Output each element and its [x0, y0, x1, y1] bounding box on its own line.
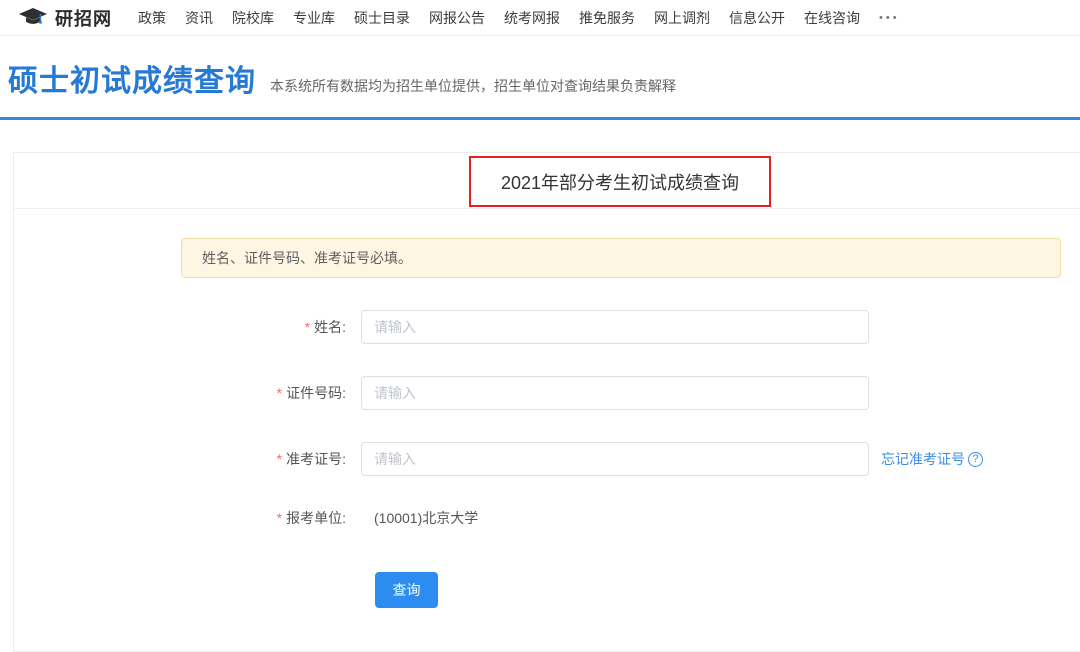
required-marker: * [305, 319, 310, 335]
nav-item-unified-apply[interactable]: 统考网报 [504, 8, 560, 28]
forgot-ticket-link[interactable]: 忘记准考证号 ? [881, 449, 983, 469]
card-header: 2021年部分考生初试成绩查询 [14, 153, 1080, 209]
apply-unit-label: *报考单位: [14, 508, 346, 528]
nav-item-major-db[interactable]: 专业库 [293, 8, 335, 28]
nav-item-policy[interactable]: 政策 [138, 8, 166, 28]
page-subtitle: 本系统所有数据均为招生单位提供，招生单位对查询结果负责解释 [270, 76, 676, 96]
help-icon: ? [968, 452, 983, 467]
card-title: 2021年部分考生初试成绩查询 [501, 169, 739, 195]
form-row-id-number: *证件号码: [14, 376, 1080, 410]
required-fields-alert: 姓名、证件号码、准考证号必填。 [181, 238, 1061, 278]
page-title: 硕士初试成绩查询 [8, 56, 256, 100]
required-marker: * [277, 385, 282, 401]
apply-unit-value: (10001)北京大学 [374, 508, 478, 528]
form-row-apply-unit: *报考单位: (10001)北京大学 [14, 508, 1080, 528]
site-logo[interactable]: 研招网 [18, 5, 112, 31]
name-label-text: 姓名: [314, 319, 346, 335]
score-query-card: 2021年部分考生初试成绩查询 姓名、证件号码、准考证号必填。 *姓名: *证件… [13, 152, 1080, 652]
nav-item-online-adjust[interactable]: 网上调剂 [654, 8, 710, 28]
nav-item-online-consult[interactable]: 在线咨询 [804, 8, 860, 28]
card-body: 姓名、证件号码、准考证号必填。 *姓名: *证件号码: *准考证号: 忘记准考证… [14, 209, 1080, 608]
site-logo-text: 研招网 [55, 5, 112, 31]
form-row-ticket: *准考证号: 忘记准考证号 ? [14, 442, 1080, 476]
ticket-label: *准考证号: [14, 449, 346, 469]
nav-item-info-public[interactable]: 信息公开 [729, 8, 785, 28]
blue-divider [0, 117, 1080, 120]
id-number-label-text: 证件号码: [286, 385, 346, 401]
form-row-name: *姓名: [14, 310, 1080, 344]
id-number-label: *证件号码: [14, 383, 346, 403]
nav-item-announcement[interactable]: 网报公告 [429, 8, 485, 28]
ticket-label-text: 准考证号: [286, 451, 346, 467]
name-label: *姓名: [14, 317, 346, 337]
nav-more-button[interactable]: ••• [879, 12, 900, 24]
annotation-red-box: 2021年部分考生初试成绩查询 [469, 156, 771, 207]
nav-item-college-db[interactable]: 院校库 [232, 8, 274, 28]
nav-item-master-catalog[interactable]: 硕士目录 [354, 8, 410, 28]
required-marker: * [277, 451, 282, 467]
apply-unit-label-text: 报考单位: [286, 510, 346, 526]
nav-item-exempt-service[interactable]: 推免服务 [579, 8, 635, 28]
alert-text: 姓名、证件号码、准考证号必填。 [202, 248, 412, 268]
main-nav: 政策 资讯 院校库 专业库 硕士目录 网报公告 统考网报 推免服务 网上调剂 信… [138, 8, 900, 28]
top-navigation: 研招网 政策 资讯 院校库 专业库 硕士目录 网报公告 统考网报 推免服务 网上… [0, 0, 1080, 36]
name-input[interactable] [361, 310, 869, 344]
forgot-ticket-text: 忘记准考证号 [881, 449, 965, 469]
graduation-cap-icon [18, 7, 48, 29]
ticket-input[interactable] [361, 442, 869, 476]
query-button[interactable]: 查询 [375, 572, 438, 608]
page-header: 硕士初试成绩查询 本系统所有数据均为招生单位提供，招生单位对查询结果负责解释 [0, 36, 1080, 100]
id-number-input[interactable] [361, 376, 869, 410]
required-marker: * [277, 510, 282, 526]
nav-item-news[interactable]: 资讯 [185, 8, 213, 28]
